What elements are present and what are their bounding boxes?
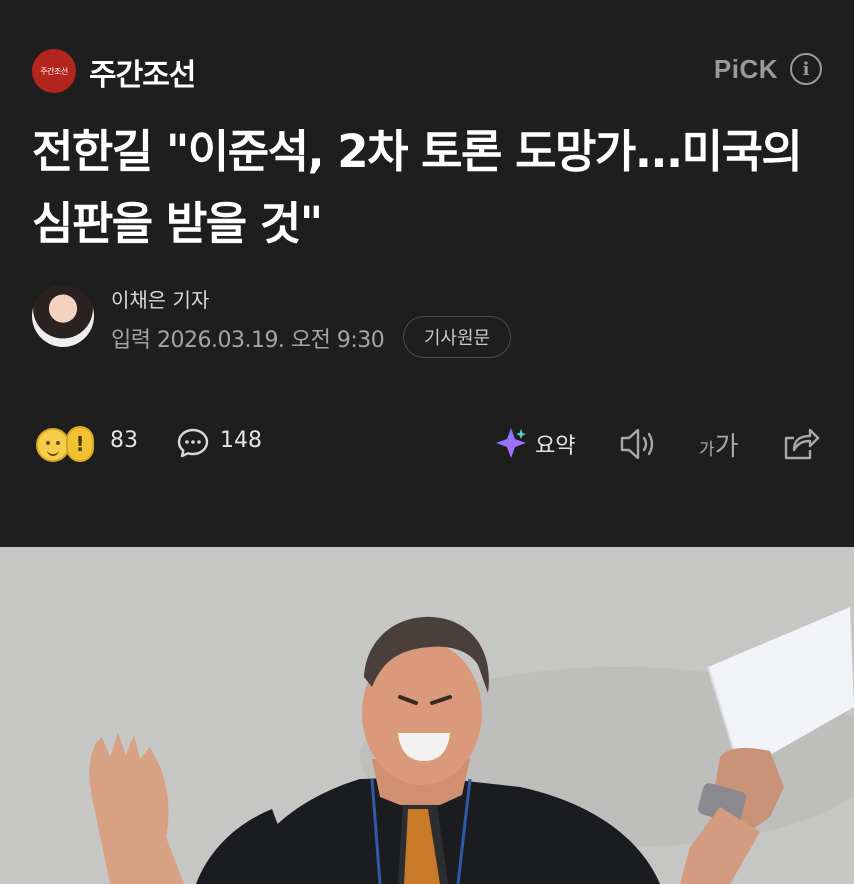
font-large-glyph: 가 — [714, 432, 739, 462]
press-logo[interactable]: 주간조선 — [32, 49, 76, 93]
reaction-count[interactable]: 83 — [110, 428, 138, 453]
article-photo[interactable] — [0, 547, 854, 884]
font-size-icon[interactable]: 가가 — [699, 426, 739, 463]
info-icon[interactable]: i — [790, 53, 822, 85]
article-headline: 전한길 "이준석, 2차 토론 도망가...미국의 심판을 받을 것" — [32, 125, 803, 250]
speaker-icon[interactable] — [618, 426, 658, 462]
share-icon[interactable] — [780, 424, 820, 462]
article-photo-illustration — [0, 547, 854, 884]
article-actions: ! 83 148 요약 가가 — [32, 420, 822, 468]
summary-label[interactable]: 요약 — [535, 428, 575, 460]
pick-badge: PiCK — [713, 54, 778, 84]
article-header: 주간조선 주간조선 PiCK i 전한길 "이준석, 2차 토론 도망가...미… — [0, 0, 854, 547]
comment-count[interactable]: 148 — [220, 428, 262, 453]
reporter-avatar[interactable] — [32, 285, 94, 347]
published-date: 입력 2026.03.19. 오전 9:30 — [111, 328, 385, 353]
exclaim-emoji-icon: ! — [66, 426, 94, 462]
reporter-name[interactable]: 이채은 기자 — [111, 284, 209, 313]
font-small-glyph: 가 — [699, 440, 715, 460]
smile-emoji-icon — [36, 428, 70, 462]
ai-summary-icon[interactable] — [494, 426, 528, 460]
comment-icon[interactable] — [176, 426, 210, 460]
press-bar: 주간조선 주간조선 PiCK i — [32, 46, 822, 94]
press-name[interactable]: 주간조선 — [89, 50, 196, 94]
reaction-emoji-icons[interactable]: ! — [36, 424, 100, 464]
original-article-button[interactable]: 기사원문 — [403, 316, 511, 358]
